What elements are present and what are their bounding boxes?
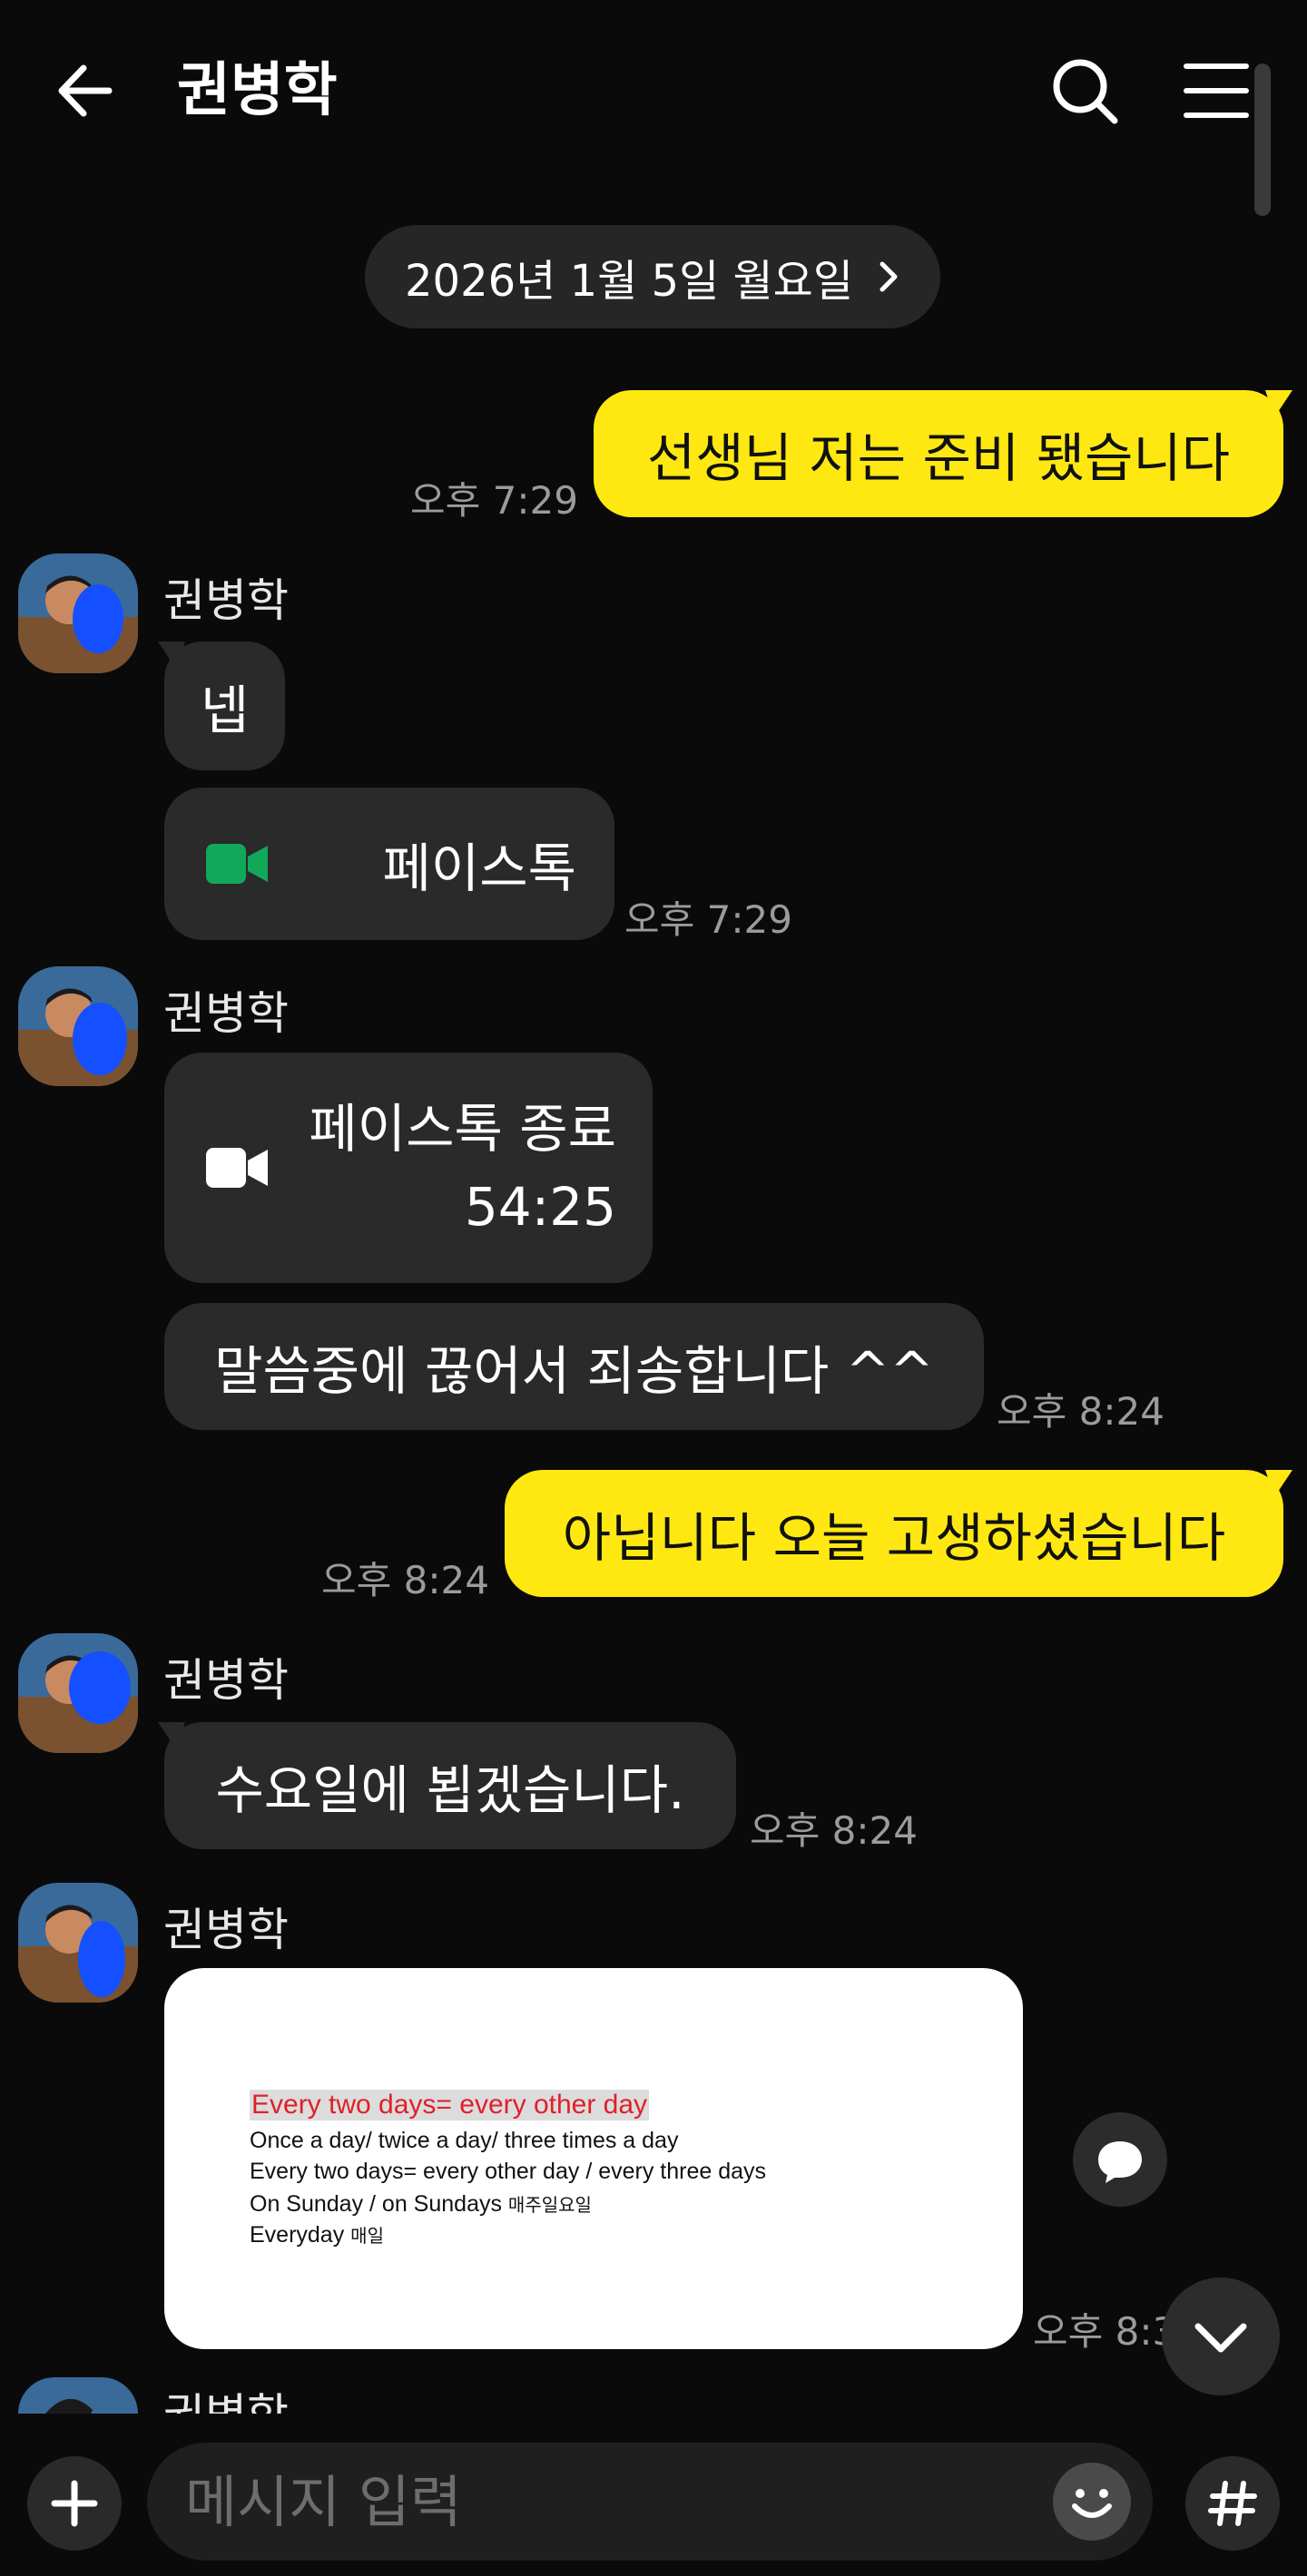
my-message-bubble[interactable]: 아닙니다 오늘 고생하셨습니다: [505, 1470, 1283, 1597]
avatar[interactable]: [18, 2377, 138, 2414]
image-text-line: Every two days= every other day / every …: [250, 2159, 767, 2184]
scroll-to-bottom-button[interactable]: [1162, 2277, 1280, 2395]
avatar[interactable]: [18, 553, 138, 673]
video-camera-icon: [206, 1148, 268, 1188]
scrollbar-thumb[interactable]: [1254, 64, 1271, 216]
image-text-line: Everyday 매일: [250, 2221, 384, 2248]
facetalk-label: 페이스톡: [382, 837, 576, 899]
my-message-bubble[interactable]: 선생님 저는 준비 됐습니다: [594, 390, 1283, 517]
image-text-line: On Sunday / on Sundays 매주일요일: [250, 2190, 592, 2218]
facetalk-end-bubble[interactable]: 페이스톡 종료 54:25: [164, 1053, 653, 1283]
message-time: 오후 8:24: [750, 1808, 918, 1853]
emoji-button[interactable]: [1053, 2463, 1131, 2541]
attach-button[interactable]: [27, 2456, 122, 2551]
avatar-image: [18, 1633, 138, 1753]
message-time: 오후 8:24: [997, 1389, 1165, 1434]
sender-name: 권병학: [163, 1904, 289, 1956]
bubble-tail: [158, 642, 185, 669]
hashtag-button[interactable]: [1185, 2456, 1280, 2551]
message-text: 아닙니다 오늘 고생하셨습니다: [562, 1507, 1226, 1569]
hashtag-icon: [1208, 2481, 1257, 2526]
message-text: 넵: [200, 680, 250, 741]
search-icon: [1053, 59, 1118, 124]
message-text: 수요일에 뵙겠습니다.: [215, 1759, 685, 1821]
avatar-image: [18, 2377, 138, 2414]
message-time: 오후 8:24: [321, 1558, 489, 1602]
avatar-image: [18, 553, 138, 673]
message-time: 오후 7:29: [410, 478, 578, 523]
hamburger-menu-icon: [1184, 64, 1249, 118]
sender-name: 권병학: [163, 2379, 289, 2414]
avatar-image: [18, 966, 138, 1086]
avatar[interactable]: [18, 966, 138, 1086]
smiley-icon: [1072, 2489, 1112, 2518]
avatar-image: [18, 1883, 138, 2003]
video-camera-icon: [206, 844, 268, 884]
other-message-bubble[interactable]: 수요일에 뵙겠습니다.: [164, 1722, 736, 1849]
back-arrow-icon: [58, 64, 113, 117]
date-chip[interactable]: 2026년 1월 5일 월요일: [365, 225, 940, 328]
bubble-tail: [1265, 390, 1292, 417]
sender-name: 권병학: [163, 1654, 289, 1707]
message-text: 선생님 저는 준비 됐습니다: [646, 427, 1231, 489]
image-text-suffix: 매주일요일: [507, 2196, 592, 2216]
search-button[interactable]: [1044, 50, 1125, 132]
image-text-main: Everyday: [250, 2222, 345, 2248]
image-text-suffix: 매일: [350, 2227, 384, 2247]
image-message[interactable]: Every two days= every other day Once a d…: [164, 1968, 1023, 2349]
date-label: 2026년 1월 5일 월요일: [405, 256, 853, 307]
image-text-line: Every two days= every other day: [250, 2090, 650, 2121]
call-duration: 54:25: [464, 1176, 616, 1238]
share-button[interactable]: [1073, 2112, 1167, 2207]
chevron-down-icon: [1194, 2323, 1247, 2353]
image-text-main: On Sunday / on Sundays: [250, 2191, 502, 2217]
message-input[interactable]: [147, 2443, 1153, 2561]
message-text: 말씀중에 끊어서 죄송합니다 ^^: [214, 1340, 934, 1402]
image-text-line: Once a day/ twice a day/ three times a d…: [250, 2128, 679, 2153]
facetalk-bubble[interactable]: 페이스톡: [164, 788, 614, 940]
facetalk-end-info: 페이스톡 종료 54:25: [309, 1090, 616, 1246]
message-time: 오후 7:29: [624, 897, 792, 942]
sender-name: 권병학: [163, 574, 289, 627]
menu-button[interactable]: [1175, 50, 1257, 132]
bubble-tail: [1265, 1470, 1292, 1497]
avatar[interactable]: [18, 1883, 138, 2003]
plus-icon: [51, 2480, 98, 2527]
other-message-bubble[interactable]: 말씀중에 끊어서 죄송합니다 ^^: [164, 1303, 984, 1430]
chat-title: 권병학: [177, 57, 338, 124]
sender-name: 권병학: [163, 987, 289, 1040]
avatar[interactable]: [18, 1633, 138, 1753]
facetalk-end-label: 페이스톡 종료: [309, 1098, 616, 1160]
speech-bubble-icon: [1098, 2141, 1142, 2183]
chevron-right-icon: [880, 261, 898, 292]
back-button[interactable]: [45, 50, 127, 132]
bubble-tail: [158, 1722, 185, 1749]
